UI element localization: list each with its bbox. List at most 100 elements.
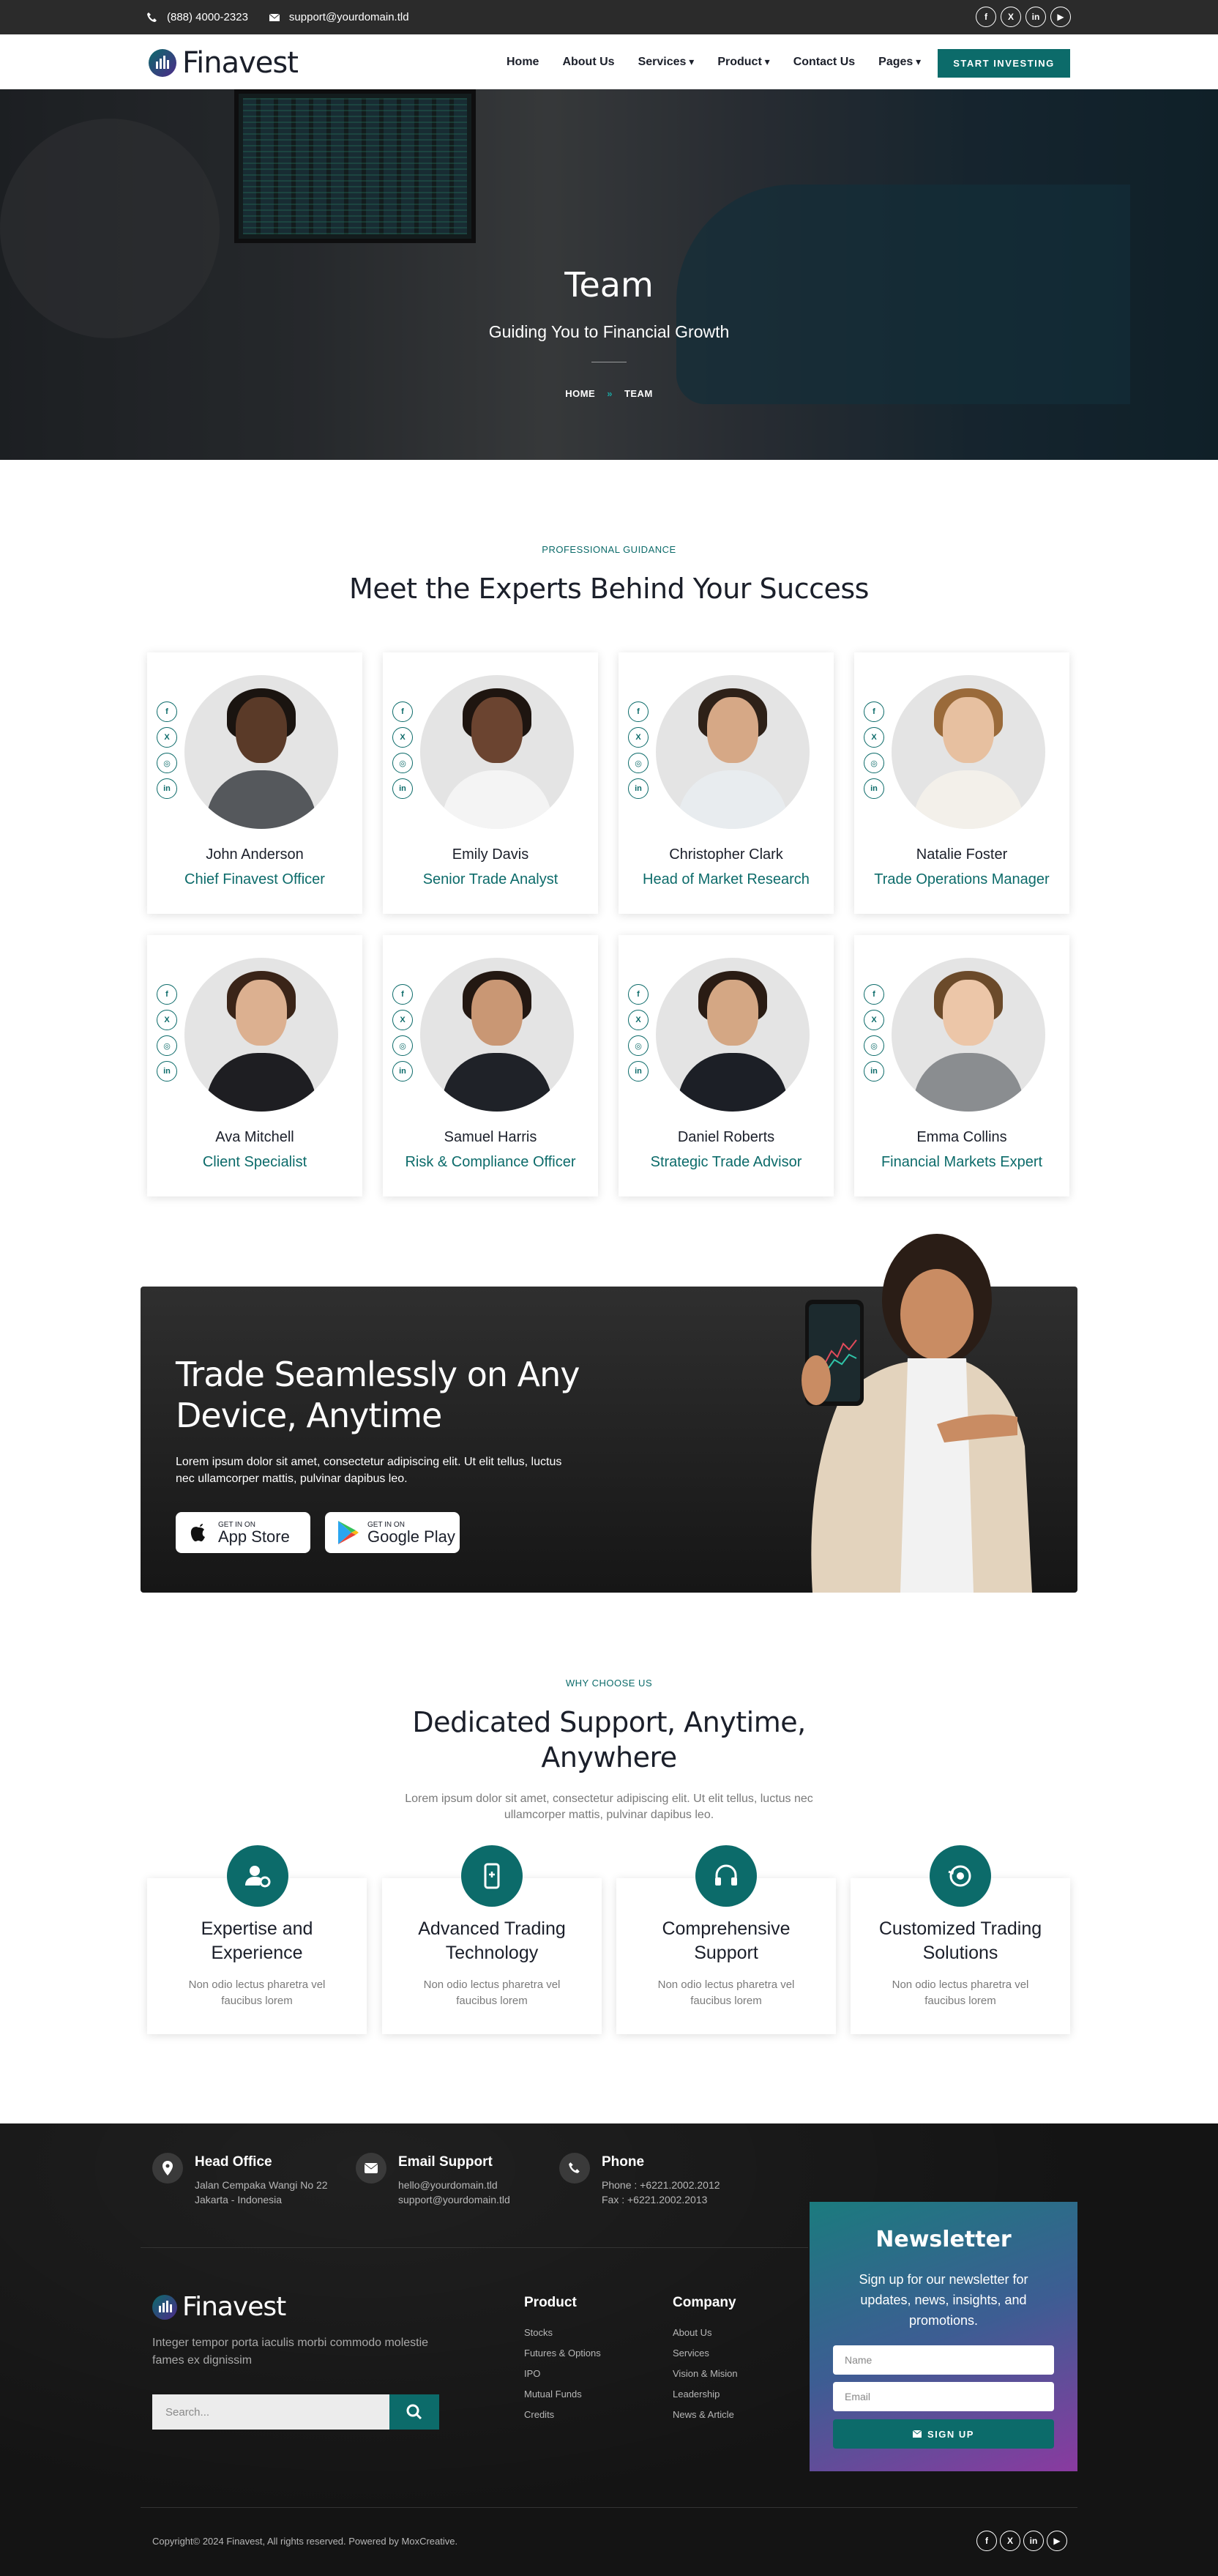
facebook-icon[interactable]: f [157,701,177,722]
feature-text: Non odio lectus pharetra vel faucibus lo… [657,1978,795,2007]
member-role: Risk & Compliance Officer [405,1154,576,1170]
app-store-label: App Store [218,1527,290,1546]
x-twitter-icon[interactable]: X [628,1010,649,1030]
nav-about[interactable]: About Us [562,56,614,69]
footer-link[interactable]: IPO [524,2368,601,2379]
top-contact: (888) 4000-2323 support@yourdomain.tld [146,0,409,34]
member-name: Emily Davis [452,846,529,863]
facebook-icon[interactable]: f [157,984,177,1005]
footer-link[interactable]: About Us [673,2327,738,2338]
linkedin-icon[interactable]: in [628,1061,649,1082]
top-phone[interactable]: (888) 4000-2323 [167,11,248,23]
linkedin-icon[interactable]: in [392,778,413,799]
footer-link[interactable]: Credits [524,2409,601,2420]
instagram-icon[interactable]: ◎ [157,1035,177,1056]
email-line1[interactable]: hello@yourdomain.tld [398,2178,510,2192]
footer-link[interactable]: News & Article [673,2409,738,2420]
facebook-icon[interactable]: f [976,2531,997,2551]
member-name: Natalie Foster [916,846,1008,863]
nav-pages[interactable]: Pages [878,56,921,69]
user-gear-icon [227,1845,288,1907]
facebook-icon[interactable]: f [628,984,649,1005]
x-twitter-icon[interactable]: X [392,1010,413,1030]
instagram-icon[interactable]: ◎ [864,1035,884,1056]
logo[interactable]: Finavest [149,46,299,80]
feature-title: Comprehensive Support [662,1918,791,1963]
newsletter-name-input[interactable]: Name [833,2345,1054,2375]
member-name: John Anderson [206,846,304,863]
x-twitter-icon[interactable]: X [157,727,177,748]
footer-link[interactable]: Mutual Funds [524,2389,601,2400]
newsletter-title: Newsletter [875,2227,1012,2252]
search-button[interactable] [389,2394,439,2430]
newsletter-box: Newsletter Sign up for our newsletter fo… [810,2202,1077,2471]
footer-link[interactable]: Stocks [524,2327,601,2338]
footer-link[interactable]: Services [673,2348,738,2359]
team-member-photo [892,675,1045,829]
member-role: Trade Operations Manager [874,871,1050,887]
top-email[interactable]: support@yourdomain.tld [289,11,409,23]
x-twitter-icon[interactable]: X [864,1010,884,1030]
footer-logo[interactable]: Finavest [152,2292,286,2322]
instagram-icon[interactable]: ◎ [392,753,413,773]
feature-text: Non odio lectus pharetra vel faucibus lo… [892,1978,1029,2007]
youtube-icon[interactable]: ▶ [1047,2531,1067,2551]
company-heading: Company [673,2295,736,2310]
custom-settings-icon [930,1845,991,1907]
breadcrumb-home[interactable]: HOME [565,388,595,399]
member-role: Client Specialist [202,1154,307,1170]
footer-link[interactable]: Vision & Mision [673,2368,738,2379]
x-twitter-icon[interactable]: X [1000,2531,1020,2551]
member-socials: f X ◎ in [157,701,177,799]
youtube-icon[interactable]: ▶ [1050,7,1071,27]
x-twitter-icon[interactable]: X [1001,7,1021,27]
main-header: Finavest Home About Us Services Product … [0,34,1218,89]
facebook-icon[interactable]: f [392,984,413,1005]
google-play-button[interactable]: GET IN ON Google Play [325,1512,460,1553]
instagram-icon[interactable]: ◎ [628,753,649,773]
x-twitter-icon[interactable]: X [628,727,649,748]
linkedin-icon[interactable]: in [157,1061,177,1082]
nav-services[interactable]: Services [638,56,695,69]
linkedin-icon[interactable]: in [157,778,177,799]
instagram-icon[interactable]: ◎ [628,1035,649,1056]
banner-text: Lorem ipsum dolor sit amet, consectetur … [176,1456,562,1485]
facebook-icon[interactable]: f [392,701,413,722]
team-card: f X ◎ in Natalie Foster Trade Operations Mana… [854,652,1069,914]
search-input[interactable]: Search... [152,2394,389,2430]
google-play-label: Google Play [367,1527,455,1546]
footer-link[interactable]: Futures & Options [524,2348,601,2359]
newsletter-email-input[interactable]: Email [833,2382,1054,2411]
footer-link[interactable]: Leadership [673,2389,738,2400]
instagram-icon[interactable]: ◎ [864,753,884,773]
x-twitter-icon[interactable]: X [392,727,413,748]
member-name: Samuel Harris [444,1129,537,1145]
instagram-icon[interactable]: ◎ [392,1035,413,1056]
x-twitter-icon[interactable]: X [864,727,884,748]
instagram-icon[interactable]: ◎ [157,753,177,773]
nav-product[interactable]: Product [717,56,769,69]
phone-title: Phone [602,2154,645,2170]
facebook-icon[interactable]: f [628,701,649,722]
nav-home[interactable]: Home [507,56,539,69]
app-store-button[interactable]: GET IN ON App Store [176,1512,310,1553]
linkedin-icon[interactable]: in [864,1061,884,1082]
linkedin-icon[interactable]: in [628,778,649,799]
linkedin-icon[interactable]: in [1023,2531,1044,2551]
linkedin-icon[interactable]: in [392,1061,413,1082]
x-twitter-icon[interactable]: X [157,1010,177,1030]
footer-logo-text: Finavest [182,2292,286,2322]
facebook-icon[interactable]: f [976,7,996,27]
team-card: f X ◎ in Ava Mitchell Client Specialist [147,935,362,1196]
banner-title: Trade Seamlessly on Any Device, Anytime [176,1355,580,1435]
email-line2[interactable]: support@yourdomain.tld [398,2192,510,2207]
start-investing-button[interactable]: START INVESTING [938,49,1070,78]
team-member-photo [892,958,1045,1112]
hero-banner: Team Guiding You to Financial Growth HOM… [0,89,1218,460]
facebook-icon[interactable]: f [864,984,884,1005]
sign-up-button[interactable]: SIGN UP [833,2419,1054,2449]
linkedin-icon[interactable]: in [864,778,884,799]
facebook-icon[interactable]: f [864,701,884,722]
nav-contact[interactable]: Contact Us [793,56,855,69]
linkedin-icon[interactable]: in [1025,7,1046,27]
